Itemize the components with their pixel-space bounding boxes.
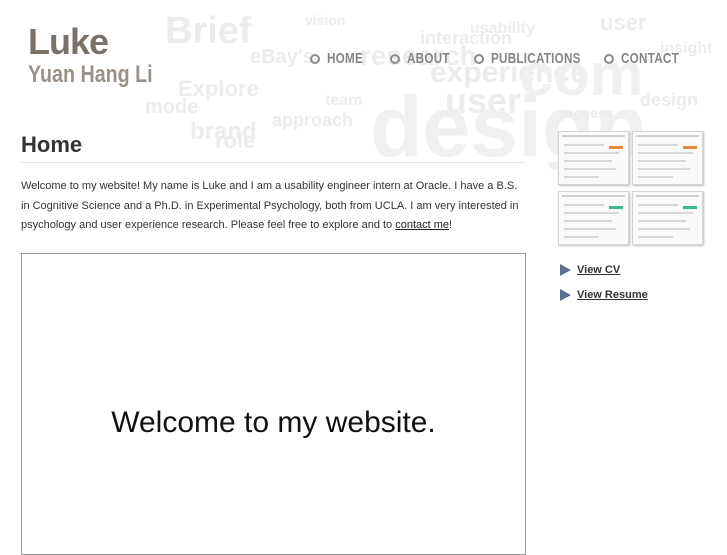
bg-word: Explore: [178, 76, 259, 101]
contact-me-link[interactable]: contact me: [395, 219, 449, 231]
welcome-video-player[interactable]: Welcome to my website.: [21, 253, 526, 555]
bg-word: mode: [145, 96, 199, 118]
title-divider: [21, 162, 525, 163]
thumbnail-image[interactable]: [632, 191, 703, 245]
arrow-right-icon: [560, 289, 571, 301]
nav-item-label: HOME: [327, 50, 364, 67]
main-nav: HOME ABOUT PUBLICATIONS CONTACT: [0, 50, 727, 72]
portfolio-thumbnails: [558, 131, 703, 245]
nav-item-label: CONTACT: [621, 50, 679, 67]
bullet-icon: [390, 53, 400, 64]
bg-word: vision: [305, 12, 346, 28]
video-caption: Welcome to my website.: [111, 406, 436, 439]
bg-word: approach: [272, 110, 354, 130]
view-resume-label: View Resume: [577, 289, 648, 301]
nav-item-contact[interactable]: CONTACT: [604, 50, 695, 67]
bg-word: brand: [190, 118, 257, 145]
intro-paragraph: Welcome to my website! My name is Luke a…: [21, 177, 527, 236]
page-title: Home: [21, 132, 83, 157]
bullet-icon: [310, 53, 320, 64]
bg-word: user: [445, 80, 522, 121]
nav-item-about[interactable]: ABOUT: [390, 50, 462, 67]
bg-word: design: [640, 90, 699, 110]
nav-item-home[interactable]: HOME: [310, 50, 373, 67]
nav-item-publications[interactable]: PUBLICATIONS: [474, 50, 606, 67]
bg-word: user: [600, 10, 647, 35]
bg-word: interaction: [420, 28, 513, 48]
view-resume-link[interactable]: View Resume: [560, 289, 648, 301]
thumbnail-image[interactable]: [558, 131, 629, 185]
bg-word: team: [325, 92, 363, 109]
arrow-right-icon: [560, 264, 571, 276]
intro-end: !: [449, 219, 453, 231]
bullet-icon: [474, 53, 484, 64]
thumbnail-image[interactable]: [558, 191, 629, 245]
bg-word: usability: [470, 20, 535, 37]
thumbnail-image[interactable]: [632, 131, 703, 185]
nav-item-label: PUBLICATIONS: [491, 50, 581, 67]
view-cv-label: View CV: [577, 264, 621, 276]
bg-word: process: [560, 105, 614, 121]
view-cv-link[interactable]: View CV: [560, 264, 620, 276]
bg-word: role: [215, 128, 256, 153]
nav-item-label: ABOUT: [407, 50, 450, 67]
bullet-icon: [604, 53, 614, 64]
